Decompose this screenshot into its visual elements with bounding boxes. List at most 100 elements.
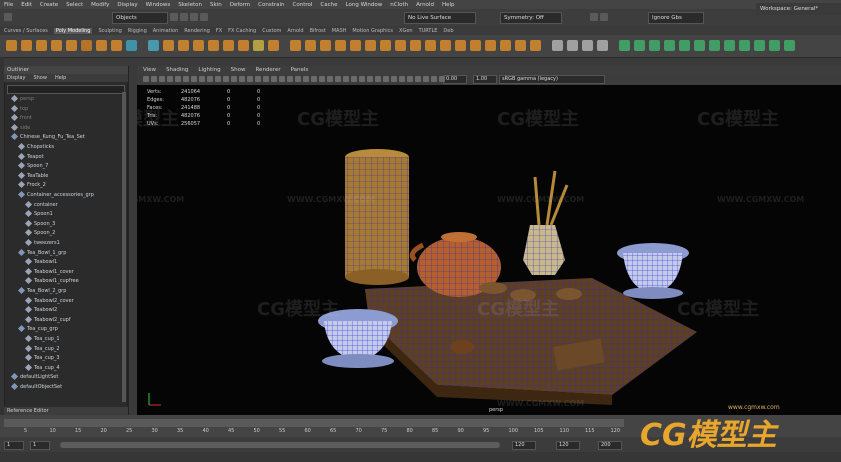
shelf-tab-custom[interactable]: Custom [262, 28, 281, 34]
menu-item-long-window[interactable]: Long Window [346, 2, 383, 8]
snap-curve-icon[interactable] [180, 13, 188, 21]
menu-item-ncloth[interactable]: nCloth [390, 2, 408, 8]
menu-item-control[interactable]: Control [293, 2, 313, 8]
outliner-item[interactable]: Container_accessories_grp [4, 190, 122, 200]
viewport-tool-icon[interactable] [175, 76, 181, 82]
shelf-tool-icon[interactable] [410, 40, 421, 51]
snap-view-icon[interactable] [200, 13, 208, 21]
shelf-tool-icon[interactable] [51, 40, 62, 51]
shelf-tool-icon[interactable] [739, 40, 750, 51]
viewport-tool-icon[interactable] [215, 76, 221, 82]
viewport-tool-icon[interactable] [303, 76, 309, 82]
outliner-item[interactable]: Spoon1 [4, 210, 122, 219]
shelf-tab-bifrost[interactable]: Bifrost [310, 28, 326, 34]
render-icon[interactable] [590, 13, 598, 21]
exposure-field[interactable]: 0.00 [443, 75, 467, 84]
outliner-item[interactable]: Frock_2 [4, 181, 122, 190]
time-slider-track[interactable] [4, 419, 624, 427]
viewport-tool-icon[interactable] [191, 76, 197, 82]
viewport-tool-icon[interactable] [367, 76, 373, 82]
shelf-tool-icon[interactable] [380, 40, 391, 51]
menu-item-display[interactable]: Display [117, 2, 137, 8]
viewport-tool-icon[interactable] [255, 76, 261, 82]
shelf-tool-icon[interactable] [223, 40, 234, 51]
shelf-tab-rendering[interactable]: Rendering [184, 28, 210, 34]
shelf-tool-icon[interactable] [582, 40, 593, 51]
shelf-tab-fx[interactable]: FX [216, 28, 222, 34]
symmetry-dropdown[interactable]: Symmetry: Off [500, 12, 562, 24]
shelf-tool-icon[interactable] [769, 40, 780, 51]
shelf-tab-arnold[interactable]: Arnold [287, 28, 303, 34]
shelf-tool-icon[interactable] [178, 40, 189, 51]
snap-grid-icon[interactable] [170, 13, 178, 21]
shelf-tool-icon[interactable] [567, 40, 578, 51]
viewport-tool-icon[interactable] [439, 76, 445, 82]
shelf-tab-xgen[interactable]: XGen [399, 28, 413, 34]
shelf-tool-icon[interactable] [552, 40, 563, 51]
menu-item-create[interactable]: Create [40, 2, 58, 8]
outliner-item[interactable]: Teapot [4, 152, 122, 162]
shelf-tool-icon[interactable] [208, 40, 219, 51]
viewport-tool-icon[interactable] [375, 76, 381, 82]
shelf-tool-icon[interactable] [320, 40, 331, 51]
outliner-item[interactable]: tweezers1 [4, 238, 122, 248]
menu-item-arnold[interactable]: Arnold [416, 2, 434, 8]
shelf-tab-animation[interactable]: Animation [153, 28, 179, 34]
menu-item-file[interactable]: File [4, 2, 13, 8]
shelf-tool-icon[interactable] [163, 40, 174, 51]
viewport-tool-icon[interactable] [167, 76, 173, 82]
shelf-tab-poly-modeling[interactable]: Poly Modeling [53, 27, 93, 34]
outliner-item[interactable]: persp [4, 95, 122, 104]
start-frame-field[interactable]: 1 [4, 441, 24, 450]
viewport-tool-icon[interactable] [383, 76, 389, 82]
viewport-menu-show[interactable]: Show [231, 66, 246, 74]
viewport-tool-icon[interactable] [391, 76, 397, 82]
shelf-tool-icon[interactable] [111, 40, 122, 51]
colorspace-dropdown[interactable]: sRGB gamma (legacy) [499, 75, 605, 84]
outliner-menu-help[interactable]: Help [55, 74, 66, 82]
shelf-tool-icon[interactable] [500, 40, 511, 51]
viewport-tool-icon[interactable] [159, 76, 165, 82]
viewport-tool-icon[interactable] [143, 76, 149, 82]
outliner-item[interactable]: container [4, 200, 122, 210]
shelf-tool-icon[interactable] [470, 40, 481, 51]
menu-item-windows[interactable]: Windows [146, 2, 171, 8]
outliner-item[interactable]: defaultLightSet [4, 373, 122, 382]
outliner-item[interactable]: Spoon_3 [4, 219, 122, 229]
range-end-field[interactable]: 120 [512, 441, 536, 450]
outliner-item[interactable]: Tea_cup_1 [4, 334, 122, 344]
viewport-menu-lighting[interactable]: Lighting [198, 66, 220, 74]
shelf-tab-curves-surfaces[interactable]: Curves / Surfaces [4, 28, 48, 34]
shelf-tool-icon[interactable] [305, 40, 316, 51]
snap-point-icon[interactable] [190, 13, 198, 21]
viewport-tool-icon[interactable] [407, 76, 413, 82]
shelf-tool-icon[interactable] [290, 40, 301, 51]
gamma-field[interactable]: 1.00 [473, 75, 497, 84]
viewport-tool-icon[interactable] [295, 76, 301, 82]
viewport-menu-renderer[interactable]: Renderer [255, 66, 280, 74]
outliner-item[interactable]: Chinese_Kung_Fu_Tea_Set [4, 133, 122, 142]
viewport-tool-icon[interactable] [335, 76, 341, 82]
viewport-tool-icon[interactable] [231, 76, 237, 82]
perspective-viewport[interactable]: Verts: 241064 0 0 Edges: 482076 0 0 Faces: 241488… [137, 85, 841, 415]
shelf-tool-icon[interactable] [649, 40, 660, 51]
viewport-tool-icon[interactable] [287, 76, 293, 82]
menu-item-select[interactable]: Select [66, 2, 83, 8]
ipr-render-icon[interactable] [600, 13, 608, 21]
outliner-item[interactable]: Tea_cup_grp [4, 325, 122, 334]
outliner-item[interactable]: Teabowl2 [4, 306, 122, 315]
range-bar[interactable] [60, 442, 500, 448]
outliner-item[interactable]: front [4, 114, 122, 123]
outliner-menu-show[interactable]: Show [33, 74, 47, 82]
viewport-tool-icon[interactable] [311, 76, 317, 82]
viewport-tool-icon[interactable] [359, 76, 365, 82]
shelf-tab-deb[interactable]: Deb [443, 28, 453, 34]
renderer-dropdown[interactable]: Ignore Gbs [648, 12, 704, 24]
viewport-menu-panels[interactable]: Panels [291, 66, 309, 74]
max-frame-field[interactable]: 200 [598, 441, 622, 450]
outliner-item[interactable]: side [4, 123, 122, 133]
reference-editor-tab[interactable]: Reference Editor [4, 407, 128, 415]
outliner-item[interactable]: Tea_cup_4 [4, 363, 122, 373]
outliner-item[interactable]: Teabowl2_cupf [4, 315, 122, 325]
shelf-tool-icon[interactable] [126, 40, 137, 51]
